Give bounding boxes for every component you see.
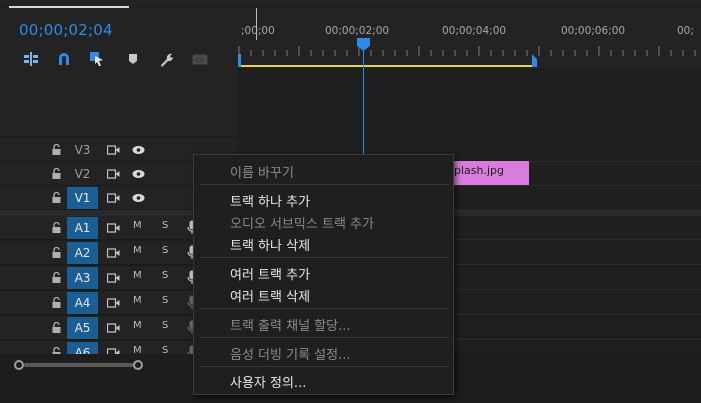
- captions-icon[interactable]: CC: [191, 50, 209, 68]
- track-name[interactable]: V3: [67, 139, 98, 161]
- track-name[interactable]: V2: [67, 163, 98, 185]
- sequence-start-line: [256, 8, 257, 40]
- menu-item-assign-output-channels: 트랙 출력 채널 할당...: [230, 319, 351, 334]
- track-name[interactable]: A3: [67, 267, 98, 289]
- menu-separator: [200, 257, 449, 258]
- menu-item-rename: 이름 바꾸기: [230, 166, 294, 181]
- mute-button[interactable]: M: [133, 245, 142, 256]
- work-area-in-handle[interactable]: [238, 54, 241, 67]
- time-ruler[interactable]: ;00;00 00;00;02;00 00;00;04;00 00;00;06;…: [237, 8, 701, 68]
- mute-button[interactable]: M: [133, 220, 142, 231]
- mute-button[interactable]: M: [133, 295, 142, 306]
- empty-track-area[interactable]: [237, 68, 701, 136]
- track-lock-icon[interactable]: [52, 168, 61, 179]
- scroll-left-handle[interactable]: [14, 360, 24, 370]
- sync-lock-icon[interactable]: [107, 145, 120, 155]
- horizontal-scrollbar[interactable]: [24, 363, 134, 367]
- track-name[interactable]: A4: [67, 292, 98, 314]
- ruler-ticks: [238, 46, 696, 56]
- insert-nest-icon[interactable]: [22, 50, 40, 68]
- sync-lock-icon[interactable]: [107, 273, 120, 283]
- scroll-right-handle[interactable]: [133, 360, 143, 370]
- toggle-output-eye-icon[interactable]: [132, 145, 145, 155]
- solo-button[interactable]: S: [162, 320, 168, 331]
- solo-button[interactable]: S: [162, 270, 168, 281]
- menu-item-add-track[interactable]: 트랙 하나 추가: [230, 191, 310, 210]
- track-lock-icon[interactable]: [52, 297, 61, 308]
- sync-lock-icon[interactable]: [107, 248, 120, 258]
- snap-magnet-icon[interactable]: [55, 50, 73, 68]
- menu-item-voice-over-record-settings: 음성 더빙 기록 설정...: [230, 348, 351, 363]
- add-marker-icon[interactable]: [124, 50, 142, 68]
- mute-button[interactable]: M: [133, 270, 142, 281]
- sync-lock-icon[interactable]: [107, 193, 120, 203]
- menu-separator: [200, 366, 449, 367]
- track-context-menu: 이름 바꾸기 트랙 하나 추가 오디오 서브믹스 트랙 추가 트랙 하나 삭제 …: [193, 154, 454, 395]
- menu-separator: [200, 184, 449, 185]
- sync-lock-icon[interactable]: [107, 323, 120, 333]
- header-spacer: [0, 68, 237, 136]
- track-name[interactable]: A2: [67, 242, 98, 264]
- mute-button[interactable]: M: [133, 320, 142, 331]
- svg-text:CC: CC: [196, 57, 204, 64]
- playhead-timecode[interactable]: 00;00;02;04: [19, 21, 113, 39]
- menu-item-delete-tracks[interactable]: 여러 트랙 삭제: [230, 286, 310, 305]
- menu-item-customize[interactable]: 사용자 정의...: [230, 372, 306, 391]
- timeline-clip[interactable]: plash.jpg: [445, 161, 529, 185]
- track-lock-icon[interactable]: [52, 144, 61, 155]
- track-lock-icon[interactable]: [52, 192, 61, 203]
- sync-lock-icon[interactable]: [107, 298, 120, 308]
- sync-lock-icon[interactable]: [107, 169, 120, 179]
- track-lock-icon[interactable]: [52, 247, 61, 258]
- track-lock-icon[interactable]: [52, 222, 61, 233]
- wrench-settings-icon[interactable]: [157, 50, 175, 68]
- track-name[interactable]: A1: [67, 217, 98, 239]
- menu-separator: [200, 337, 449, 338]
- track-name[interactable]: V1: [67, 187, 98, 209]
- solo-button[interactable]: S: [162, 245, 168, 256]
- sync-lock-icon[interactable]: [107, 223, 120, 233]
- work-area-bar[interactable]: [240, 65, 532, 67]
- toggle-output-eye-icon[interactable]: [132, 169, 145, 179]
- toggle-output-eye-icon[interactable]: [132, 193, 145, 203]
- menu-item-delete-track[interactable]: 트랙 하나 삭제: [230, 235, 310, 254]
- menu-separator: [200, 308, 449, 309]
- track-lock-icon[interactable]: [52, 272, 61, 283]
- solo-button[interactable]: S: [162, 220, 168, 231]
- menu-item-add-tracks[interactable]: 여러 트랙 추가: [230, 264, 310, 283]
- track-name[interactable]: A5: [67, 317, 98, 339]
- menu-item-add-audio-submix-track: 오디오 서브믹스 트랙 추가: [230, 217, 374, 232]
- linked-selection-icon[interactable]: [88, 50, 106, 68]
- track-lock-icon[interactable]: [52, 322, 61, 333]
- solo-button[interactable]: S: [162, 295, 168, 306]
